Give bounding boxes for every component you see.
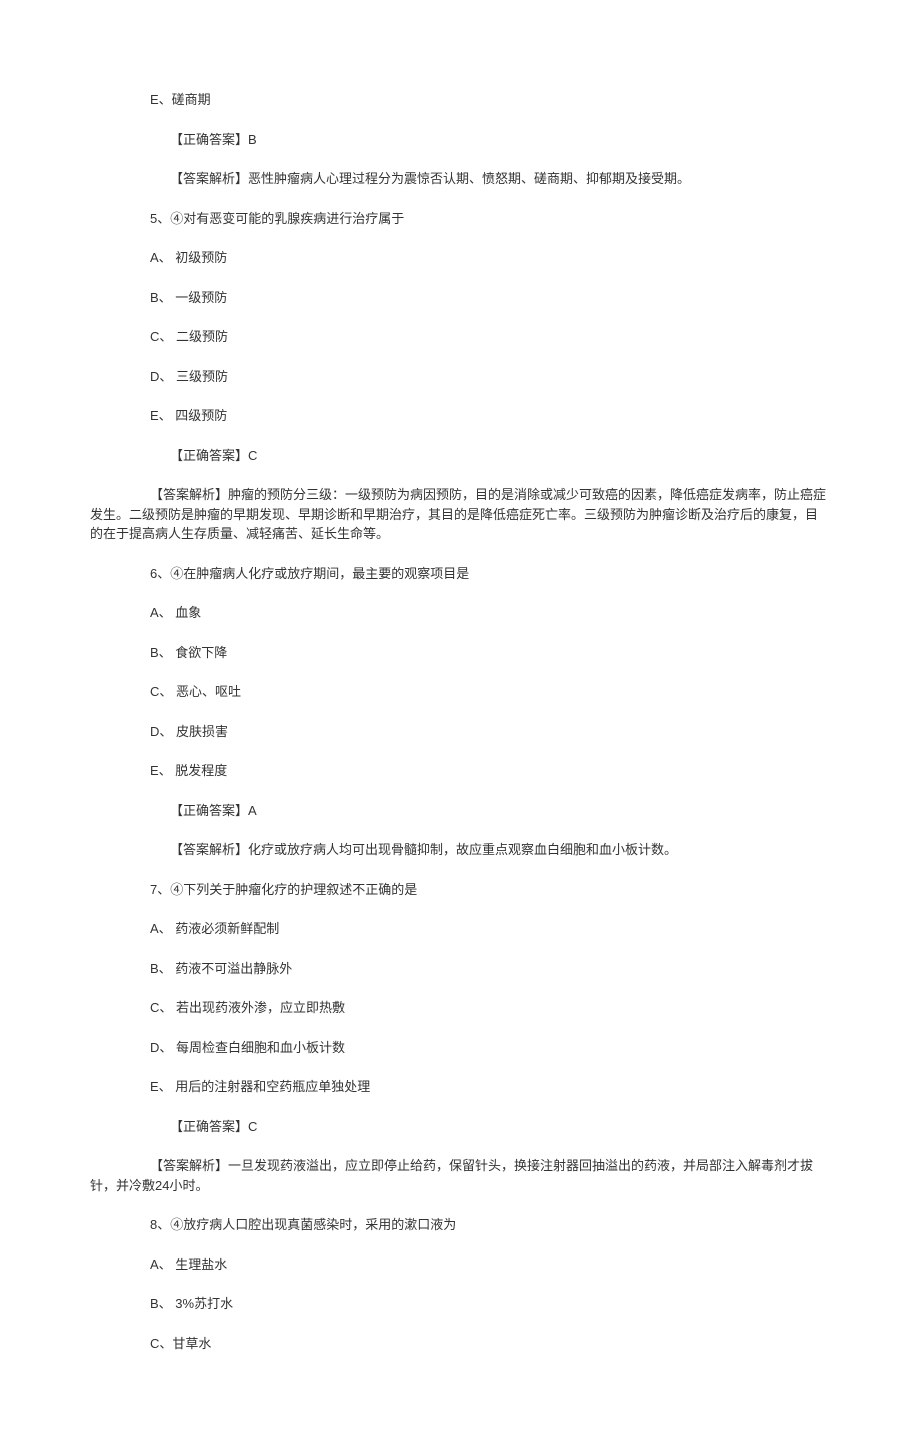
text-line: D、 每周检查白细胞和血小板计数	[90, 1038, 830, 1058]
text-line: 6、④在肿瘤病人化疗或放疗期间，最主要的观察项目是	[90, 564, 830, 584]
text-line: 【正确答案】A	[90, 801, 830, 821]
text-line: C、甘草水	[90, 1334, 830, 1354]
text-line: C、 若出现药液外渗，应立即热敷	[90, 998, 830, 1018]
document-page: E、磋商期【正确答案】B 【答案解析】恶性肿瘤病人心理过程分为震惊否认期、愤怒期、…	[0, 0, 920, 1433]
text-line: A、 生理盐水	[90, 1255, 830, 1275]
text-line: 8、④放疗病人口腔出现真菌感染时，采用的漱口液为	[90, 1215, 830, 1235]
text-line: D、 三级预防	[90, 367, 830, 387]
text-line: E、 用后的注射器和空药瓶应单独处理	[90, 1077, 830, 1097]
text-line: A、 药液必须新鲜配制	[90, 919, 830, 939]
text-line: B、 3%苏打水	[90, 1294, 830, 1314]
text-line: 【正确答案】B	[90, 130, 830, 150]
text-line: E、 四级预防	[90, 406, 830, 426]
text-line: E、磋商期	[90, 90, 830, 110]
text-line: B、 药液不可溢出静脉外	[90, 959, 830, 979]
text-line: B、 食欲下降	[90, 643, 830, 663]
text-line: 【正确答案】C	[90, 446, 830, 466]
text-line: C、 恶心、呕吐	[90, 682, 830, 702]
text-line: A、 血象	[90, 603, 830, 623]
text-line: E、 脱发程度	[90, 761, 830, 781]
text-line: 7、④下列关于肿瘤化疗的护理叙述不正确的是	[90, 880, 830, 900]
text-line: D、 皮肤损害	[90, 722, 830, 742]
text-line: C、 二级预防	[90, 327, 830, 347]
text-line: 【答案解析】肿瘤的预防分三级：一级预防为病因预防，目的是消除或减少可致癌的因素，…	[90, 485, 830, 544]
text-line: B、 一级预防	[90, 288, 830, 308]
text-line: 【答案解析】一旦发现药液溢出，应立即停止给药，保留针头，换接注射器回抽溢出的药液…	[90, 1156, 830, 1195]
text-line: 【答案解析】化疗或放疗病人均可出现骨髓抑制，故应重点观察血白细胞和血小板计数。	[90, 840, 830, 860]
text-line: 【正确答案】C	[90, 1117, 830, 1137]
text-line: 5、④对有恶变可能的乳腺疾病进行治疗属于	[90, 209, 830, 229]
text-line: A、 初级预防	[90, 248, 830, 268]
text-line: 【答案解析】恶性肿瘤病人心理过程分为震惊否认期、愤怒期、磋商期、抑郁期及接受期。	[90, 169, 830, 189]
